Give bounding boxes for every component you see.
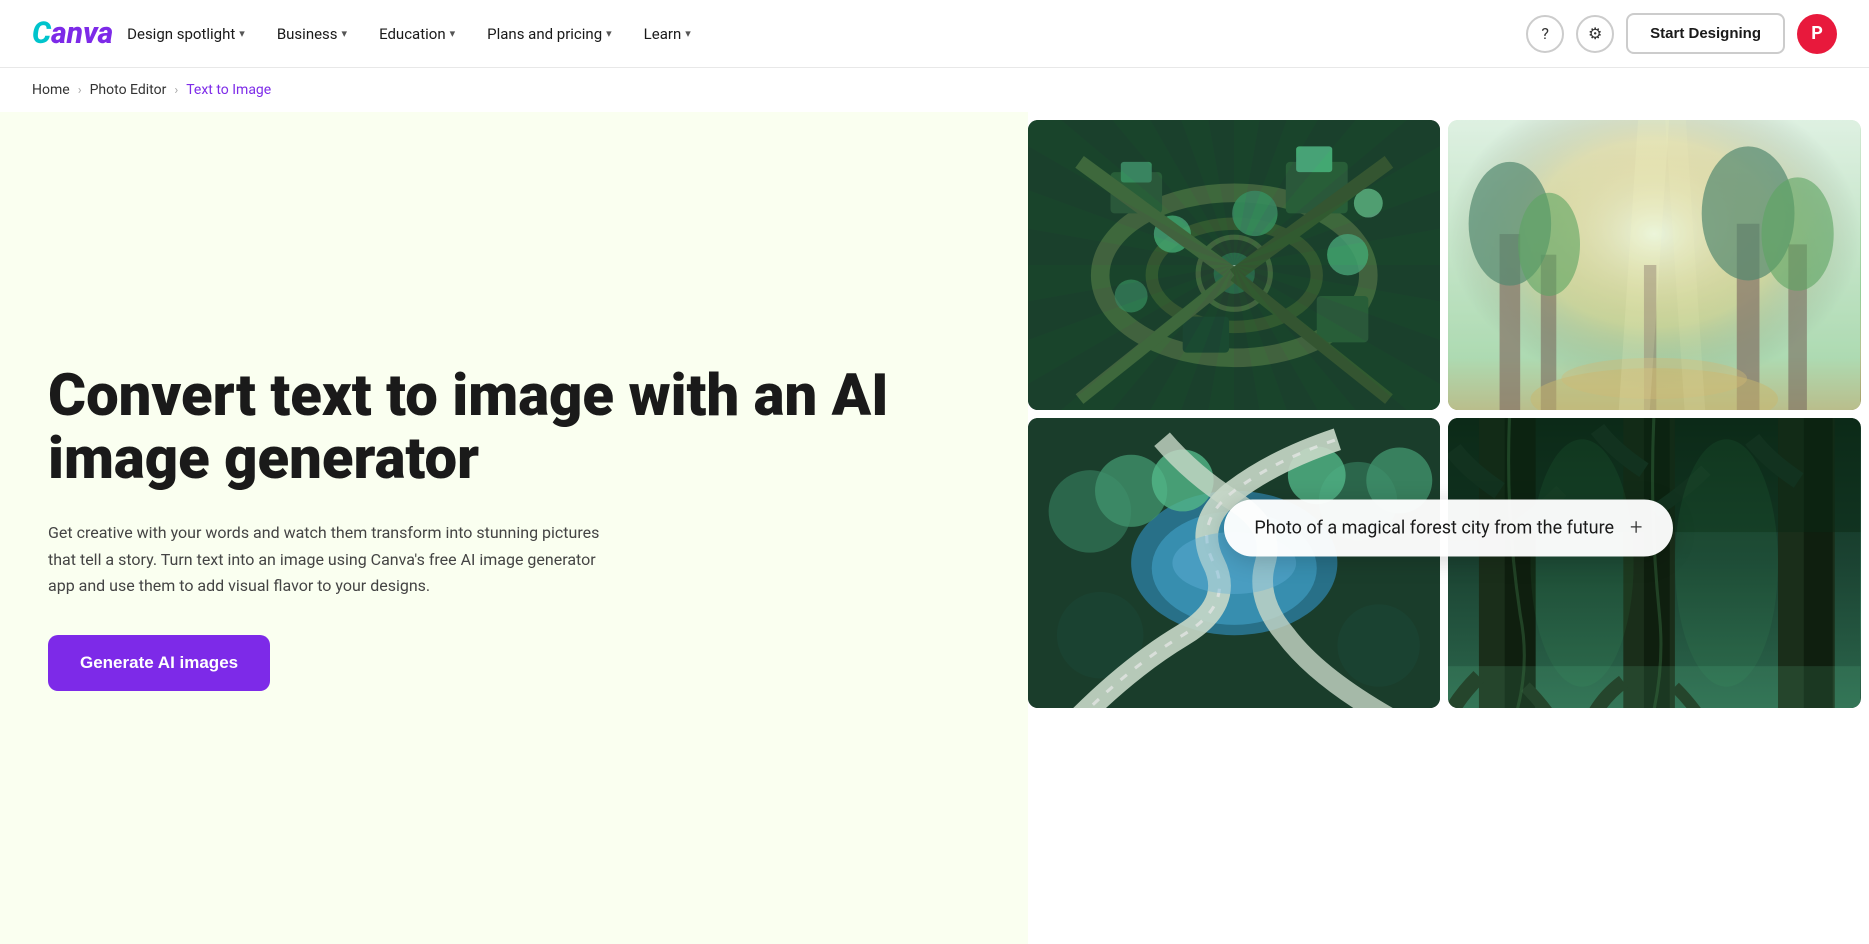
generate-ai-images-button[interactable]: Generate AI images (48, 635, 270, 691)
help-icon-button[interactable]: ? (1526, 15, 1564, 53)
breadcrumb-current-page: Text to Image (186, 82, 271, 98)
chevron-down-icon: ▾ (342, 27, 348, 40)
nav-actions: ? ⚙ Start Designing P (1526, 13, 1837, 54)
nav-link-design-spotlight[interactable]: Design spotlight ▾ (113, 17, 259, 51)
hero-section: Convert text to image with an AI image g… (0, 112, 1028, 944)
image-tile-aerial-city (1028, 120, 1441, 410)
image-tile-misty-forest (1448, 120, 1861, 410)
start-designing-button[interactable]: Start Designing (1626, 13, 1785, 54)
nav-link-learn[interactable]: Learn ▾ (630, 17, 705, 51)
question-mark-icon: ? (1541, 24, 1549, 43)
chevron-down-icon: ▾ (685, 27, 691, 40)
gear-icon: ⚙ (1588, 24, 1602, 43)
settings-icon-button[interactable]: ⚙ (1576, 15, 1614, 53)
canva-logo[interactable]: Canva (32, 16, 113, 51)
chevron-down-icon: ▾ (239, 27, 245, 40)
nav-link-plans-pricing[interactable]: Plans and pricing ▾ (473, 17, 626, 51)
hero-image-grid: Photo of a magical forest city from the … (1028, 112, 1869, 944)
image-tile-winding-road (1028, 418, 1441, 708)
breadcrumb-separator-1: › (78, 83, 82, 98)
hero-title: Convert text to image with an AI image g… (48, 365, 968, 493)
prompt-overlay-bar: Photo of a magical forest city from the … (1224, 500, 1672, 557)
prompt-plus-icon[interactable]: + (1630, 516, 1642, 541)
chevron-down-icon: ▾ (606, 27, 612, 40)
breadcrumb-photo-editor[interactable]: Photo Editor (90, 82, 167, 98)
nav-link-education[interactable]: Education ▾ (365, 17, 469, 51)
breadcrumb-separator-2: › (174, 83, 178, 98)
user-avatar[interactable]: P (1797, 14, 1837, 54)
chevron-down-icon: ▾ (450, 27, 456, 40)
prompt-text: Photo of a magical forest city from the … (1254, 518, 1614, 539)
breadcrumb-home[interactable]: Home (32, 82, 70, 98)
main-content: Convert text to image with an AI image g… (0, 112, 1869, 944)
navbar: Canva Design spotlight ▾ Business ▾ Educ… (0, 0, 1869, 68)
image-tile-enchanted-forest (1448, 418, 1861, 708)
hero-description: Get creative with your words and watch t… (48, 520, 608, 599)
nav-link-business[interactable]: Business ▾ (263, 17, 361, 51)
breadcrumb: Home › Photo Editor › Text to Image (0, 68, 1869, 112)
nav-links: Design spotlight ▾ Business ▾ Education … (113, 17, 1526, 51)
